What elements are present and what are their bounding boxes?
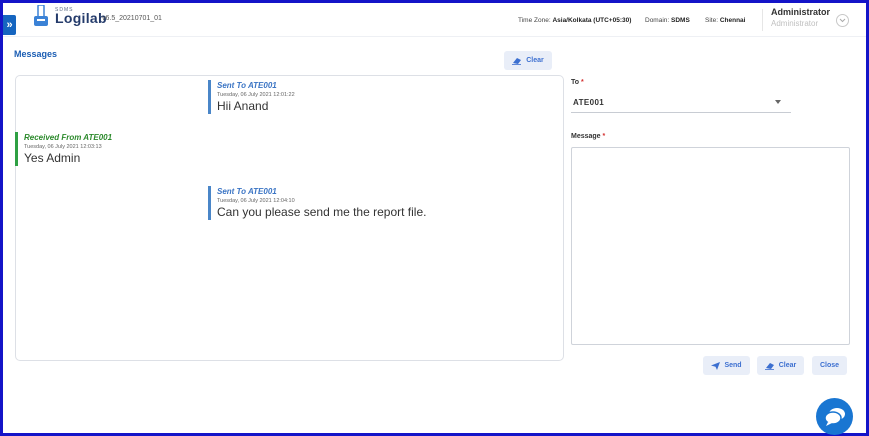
app-window: » SDMS Logilab v6.5_20210701_01 Time Zon… (0, 0, 869, 436)
message-item: Sent To ATE001 Tuesday, 06 July 2021 12:… (208, 186, 426, 220)
message-thread[interactable]: Sent To ATE001 Tuesday, 06 July 2021 12:… (15, 75, 564, 361)
domain-value: SDMS (671, 17, 690, 24)
logo-icon (34, 5, 48, 26)
message-date: Tuesday, 06 July 2021 12:03:13 (24, 144, 102, 150)
close-label: Close (819, 362, 840, 369)
app-version: v6.5_20210701_01 (102, 15, 162, 22)
send-button[interactable]: Send (703, 356, 750, 375)
message-text: Yes Admin (24, 151, 81, 165)
message-item: Sent To ATE001 Tuesday, 06 July 2021 12:… (208, 80, 295, 114)
close-button[interactable]: Close (812, 356, 847, 375)
eraser-icon (512, 57, 522, 65)
chevron-down-icon (839, 18, 846, 23)
clear-form-label: Clear (778, 362, 797, 369)
send-label: Send (724, 362, 742, 369)
eraser-icon (764, 362, 774, 370)
message-heading: Sent To ATE001 (217, 187, 277, 196)
to-label-text: To (571, 79, 580, 86)
user-name[interactable]: Administrator (771, 7, 830, 17)
timezone-label: Time Zone: (518, 17, 551, 24)
message-text: Can you please send me the report file. (217, 205, 427, 219)
header-divider (762, 9, 763, 31)
domain-label: Domain: (645, 17, 670, 24)
message-item: Received From ATE001 Tuesday, 06 July 20… (15, 132, 112, 166)
caret-down-icon (775, 100, 781, 104)
to-select[interactable]: ATE001 (571, 93, 791, 113)
chat-icon (823, 407, 845, 426)
site-value: Chennai (719, 17, 746, 24)
chat-support-button[interactable] (816, 398, 853, 435)
message-textarea[interactable] (571, 147, 850, 345)
required-mark: * (602, 133, 606, 140)
clear-messages-label: Clear (526, 57, 544, 64)
sidebar-toggle-button[interactable]: » (3, 15, 16, 35)
message-text: Hii Anand (217, 99, 269, 113)
top-header: » SDMS Logilab v6.5_20210701_01 Time Zon… (3, 3, 866, 37)
clear-form-button[interactable]: Clear (757, 356, 804, 375)
double-chevron-right-icon: » (6, 19, 13, 31)
site-info: Site: Chennai (705, 17, 745, 24)
send-icon (711, 361, 721, 370)
site-label: Site: (705, 17, 719, 24)
message-label: Message * (571, 133, 605, 140)
message-heading: Received From ATE001 (24, 133, 113, 142)
to-label: To * (571, 79, 584, 86)
user-menu-button[interactable] (836, 14, 849, 27)
message-date: Tuesday, 06 July 2021 12:04:10 (217, 198, 295, 204)
app-logo-text: Logilab (55, 10, 107, 26)
message-heading: Sent To ATE001 (217, 81, 277, 90)
timezone-value: Asia/Kolkata (UTC+05:30) (552, 17, 632, 24)
message-label-text: Message (571, 133, 601, 140)
required-mark: * (581, 79, 584, 86)
to-select-value: ATE001 (573, 98, 605, 107)
user-role: Administrator (771, 19, 819, 28)
page-title: Messages (14, 49, 58, 59)
clear-messages-button[interactable]: Clear (504, 51, 552, 70)
timezone-info: Time Zone: Asia/Kolkata (UTC+05:30) (518, 17, 631, 24)
message-date: Tuesday, 06 July 2021 12:01:22 (217, 92, 295, 98)
domain-info: Domain: SDMS (645, 17, 690, 24)
